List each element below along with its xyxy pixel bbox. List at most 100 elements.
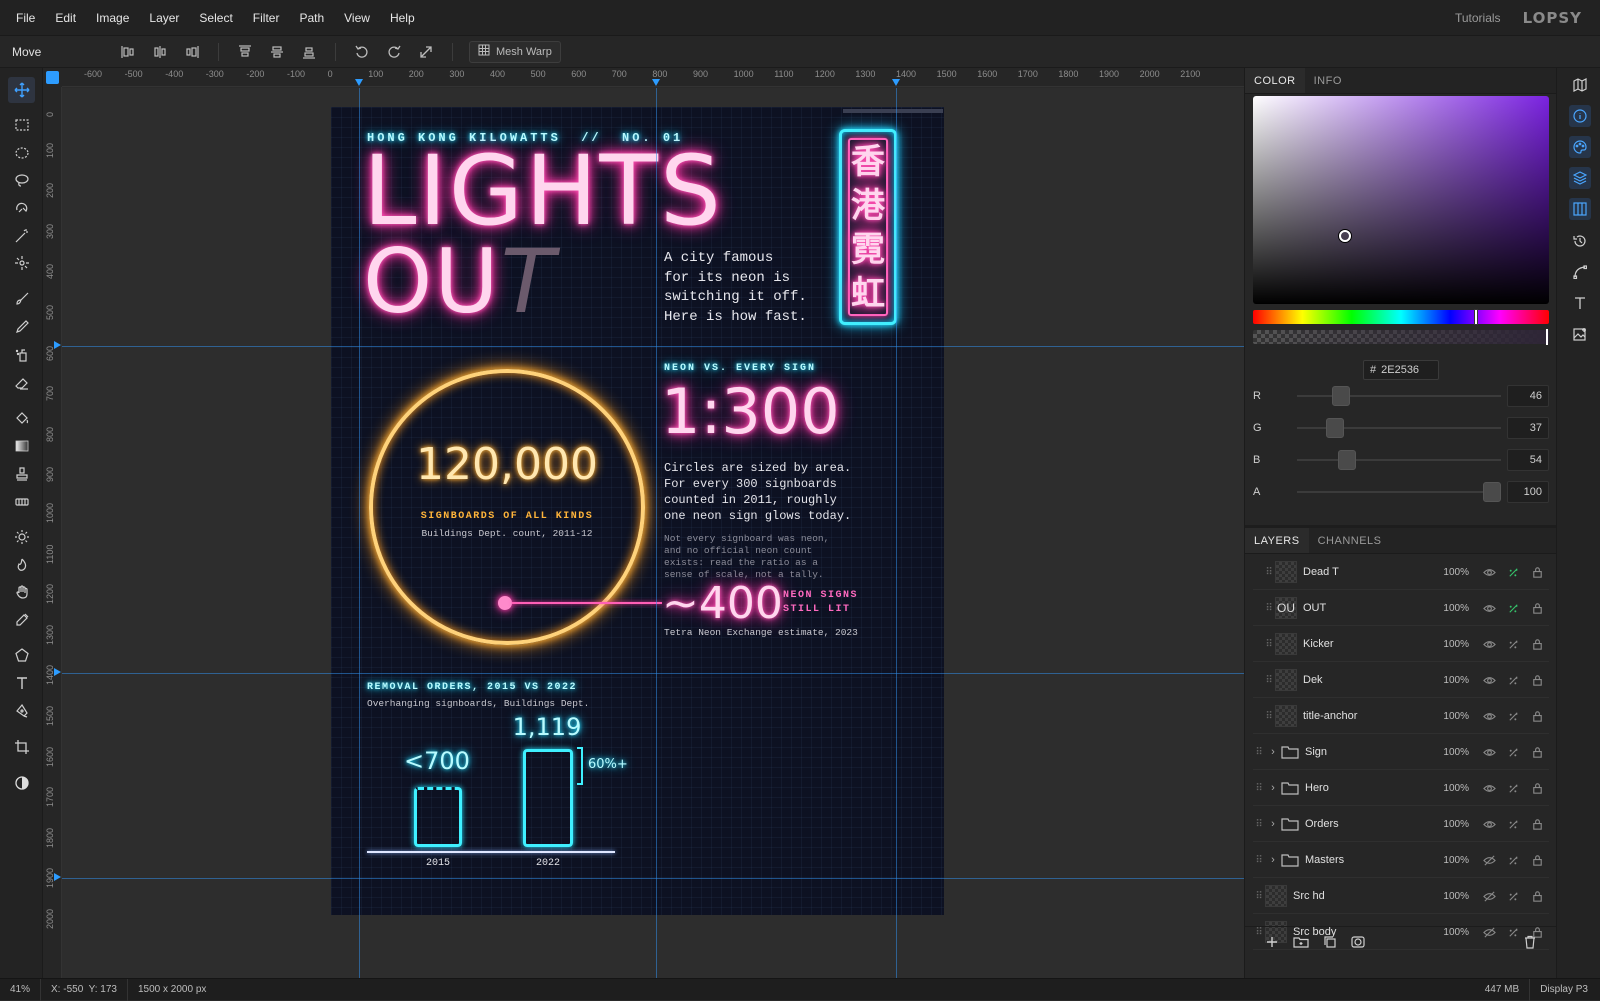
move-tool-icon[interactable] [8,77,35,103]
layer-row[interactable]: ⠿ Src hd 100% [1253,879,1549,914]
eye-icon[interactable] [1477,710,1501,723]
palette-icon[interactable] [1569,136,1591,158]
layer-opacity[interactable]: 100% [1435,603,1469,614]
eye-icon[interactable] [1477,638,1501,651]
hand-icon[interactable] [8,579,35,605]
lock-icon[interactable] [1525,782,1549,795]
layer-opacity[interactable]: 100% [1435,747,1469,758]
hex-input[interactable]: # 2E2536 [1363,360,1439,380]
effects-icon[interactable] [1501,818,1525,831]
layer-opacity[interactable]: 100% [1435,783,1469,794]
stamp-icon[interactable] [8,461,35,487]
dodge-icon[interactable] [8,524,35,550]
layer-name[interactable]: Sign [1305,746,1435,758]
paint-bucket-icon[interactable] [8,405,35,431]
guide-marker[interactable] [54,668,61,676]
menu-help[interactable]: Help [380,0,425,36]
layer-opacity[interactable]: 100% [1435,567,1469,578]
layer-row[interactable]: ⠿ Kicker 100% [1253,627,1549,662]
horizontal-ruler[interactable]: -600 -500 -400 -300 -200 -100 0 100 200 300 400 500… [62,68,1244,87]
mesh-warp-button[interactable]: Mesh Warp [469,40,561,63]
slider-thumb[interactable] [1337,450,1356,470]
drag-handle-icon[interactable]: ⠿ [1263,711,1275,722]
drag-handle-icon[interactable]: ⠿ [1253,783,1265,794]
layer-name[interactable]: Src hd [1293,890,1435,902]
spray-icon[interactable] [8,342,35,368]
drag-handle-icon[interactable]: ⠿ [1263,567,1275,578]
map-icon[interactable] [1569,74,1591,96]
tutorials-link[interactable]: Tutorials [1455,11,1501,25]
menu-edit[interactable]: Edit [45,0,86,36]
paths-icon[interactable] [1569,261,1591,283]
channel-value-a[interactable]: 100 [1507,481,1549,503]
image-adjust-icon[interactable] [1569,323,1591,345]
layer-name[interactable]: title-anchor [1303,710,1435,722]
new-folder-icon[interactable] [1293,935,1309,952]
poster-artboard[interactable]: HONG KONG KILOWATTS // NO. 01 LIGHTS OUT… [331,107,944,915]
effects-icon[interactable] [1501,782,1525,795]
effects-icon[interactable] [1501,566,1525,579]
lock-icon[interactable] [1525,674,1549,687]
canvas-area[interactable]: HONG KONG KILOWATTS // NO. 01 LIGHTS OUT… [62,88,1244,978]
effects-icon[interactable] [1501,746,1525,759]
lock-icon[interactable] [1525,710,1549,723]
eye-icon[interactable] [1477,746,1501,759]
menu-layer[interactable]: Layer [139,0,189,36]
rotate-left-icon[interactable] [350,40,374,64]
channel-slider-a[interactable] [1296,482,1502,502]
effects-icon[interactable] [1501,638,1525,651]
layer-opacity[interactable]: 100% [1435,819,1469,830]
chevron-right-icon[interactable]: › [1265,782,1281,794]
layer-opacity[interactable]: 100% [1435,675,1469,686]
eye-icon[interactable] [1477,782,1501,795]
layer-name[interactable]: Dek [1303,674,1435,686]
saturation-value-picker[interactable] [1253,96,1549,304]
layer-group-row[interactable]: ⠿ › Orders 100% [1253,807,1549,842]
eraser-icon[interactable] [8,370,35,396]
guide-marker[interactable] [355,79,363,86]
layer-opacity[interactable]: 100% [1435,891,1469,902]
lock-icon[interactable] [1525,854,1549,867]
drag-handle-icon[interactable]: ⠿ [1253,819,1265,830]
layer-row[interactable]: ⠿ OU OUT 100% [1253,591,1549,626]
color-picker-cursor[interactable] [1339,230,1351,242]
expand-icon[interactable] [414,40,438,64]
channels-icon[interactable] [1569,198,1591,220]
brush-icon[interactable] [8,286,35,312]
align-top-icon[interactable] [233,40,257,64]
slider-thumb[interactable] [1325,418,1344,438]
guide-horizontal[interactable] [62,673,1244,674]
polygon-icon[interactable] [8,642,35,668]
drag-handle-icon[interactable]: ⠿ [1263,675,1275,686]
eye-off-icon[interactable] [1477,890,1501,903]
tab-info[interactable]: INFO [1305,68,1351,93]
effects-icon[interactable] [1501,602,1525,615]
menu-path[interactable]: Path [289,0,334,36]
mask-icon[interactable] [1351,935,1365,952]
tab-channels[interactable]: CHANNELS [1309,528,1391,553]
type-icon[interactable] [8,670,35,696]
lock-icon[interactable] [1525,602,1549,615]
align-center-h-icon[interactable] [148,40,172,64]
duplicate-icon[interactable] [1323,935,1337,952]
contrast-icon[interactable] [8,770,35,796]
effects-icon[interactable] [1501,674,1525,687]
drag-handle-icon[interactable]: ⠿ [1263,603,1275,614]
lock-icon[interactable] [1525,890,1549,903]
slider-thumb[interactable] [1482,482,1501,502]
layer-opacity[interactable]: 100% [1435,711,1469,722]
pencil-icon[interactable] [8,314,35,340]
drag-handle-icon[interactable]: ⠿ [1253,747,1265,758]
lock-icon[interactable] [1525,746,1549,759]
chevron-right-icon[interactable]: › [1265,854,1281,866]
channel-value-g[interactable]: 37 [1507,417,1549,439]
lock-icon[interactable] [1525,638,1549,651]
layer-group-row[interactable]: ⠿ › Masters 100% [1253,843,1549,878]
guide-marker[interactable] [892,79,900,86]
layer-row[interactable]: ⠿ Dek 100% [1253,663,1549,698]
channel-slider-r[interactable] [1296,386,1502,406]
guide-marker[interactable] [54,873,61,881]
ellipse-marquee-icon[interactable] [8,140,35,166]
menu-view[interactable]: View [334,0,380,36]
hue-slider[interactable] [1253,309,1549,325]
